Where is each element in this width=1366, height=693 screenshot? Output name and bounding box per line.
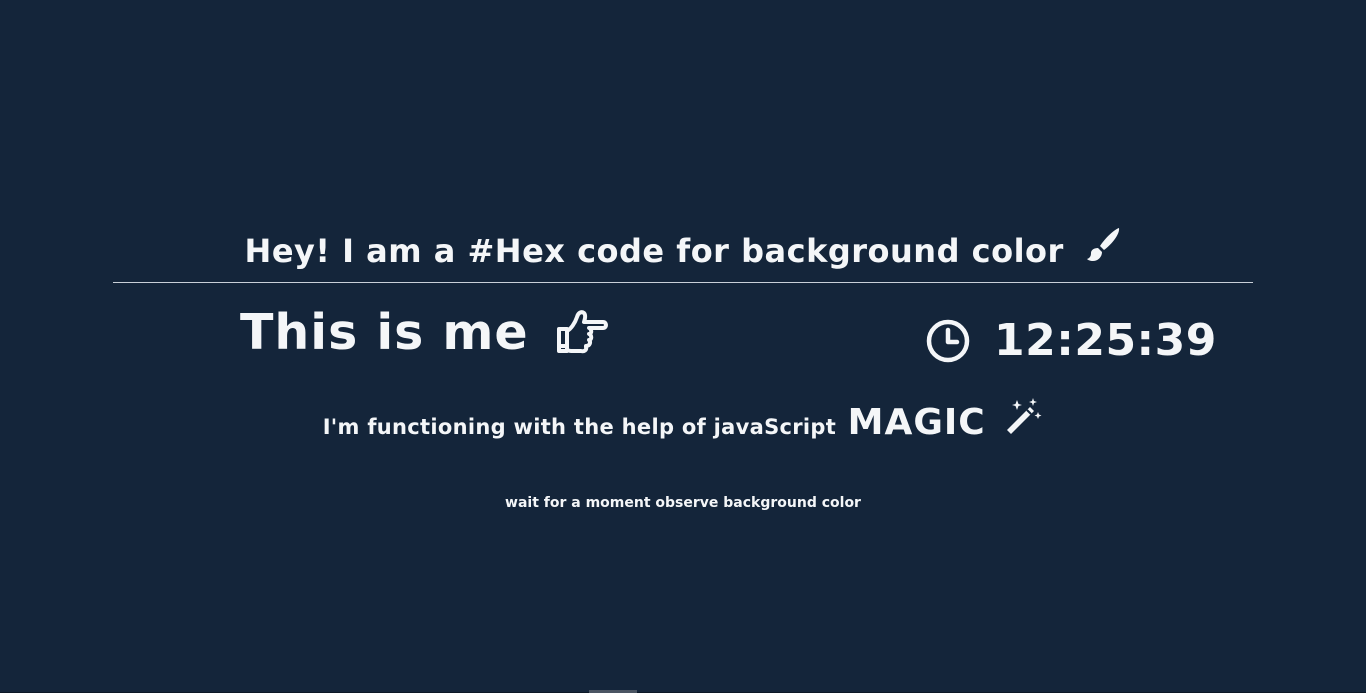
heading-divider <box>113 282 1253 283</box>
magic-word: MAGIC <box>847 402 986 443</box>
clock-icon <box>926 319 970 363</box>
hint-text: wait for a moment observe background col… <box>505 495 861 511</box>
magic-wand-icon <box>1003 396 1043 440</box>
magic-line-text: I'm functioning with the help of javaScr… <box>322 415 837 439</box>
page-heading: Hey! I am a #Hex code for background col… <box>0 226 1366 274</box>
hand-pointing-right-icon <box>555 307 609 367</box>
clock-widget: 12:25:39 <box>926 315 1217 366</box>
identity-label: This is me <box>240 304 609 367</box>
heading-text: Hey! I am a #Hex code for background col… <box>244 232 1064 270</box>
clock-time: 12:25:39 <box>994 315 1217 366</box>
paintbrush-icon <box>1085 226 1121 274</box>
identity-text: This is me <box>240 304 529 361</box>
magic-line: I'm functioning with the help of javaScr… <box>0 396 1366 443</box>
info-row: This is me 12:25:39 <box>0 300 1366 380</box>
page: Hey! I am a #Hex code for background col… <box>0 0 1366 693</box>
